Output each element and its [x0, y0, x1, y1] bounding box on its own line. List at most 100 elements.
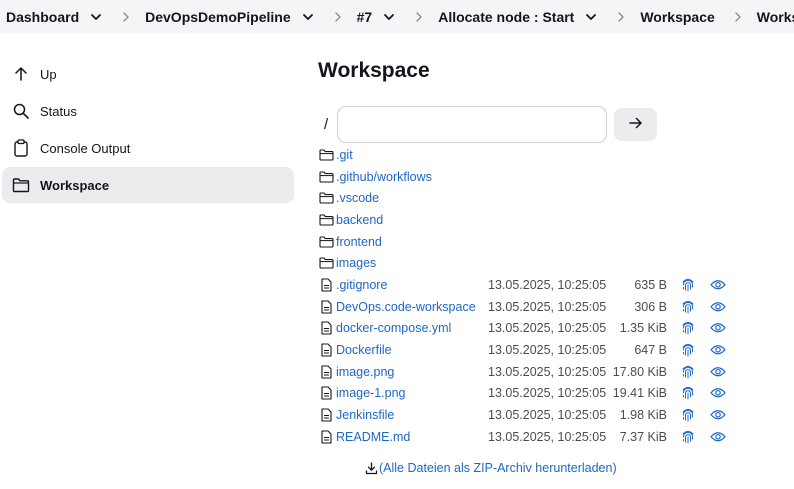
- fingerprint-icon[interactable]: [681, 364, 695, 380]
- file-size: 306 B: [634, 299, 667, 314]
- folder-icon: [318, 213, 334, 227]
- page-title: Workspace: [318, 59, 430, 82]
- sidebar-item-status[interactable]: Status: [2, 93, 294, 129]
- file-date: 13.05.2025, 10:25:05: [488, 299, 607, 314]
- breadcrumb-label[interactable]: Workspace: [640, 9, 714, 25]
- folder-row: frontend: [318, 231, 788, 253]
- sidebar-item-label: Console Output: [40, 140, 131, 156]
- folder-icon: [12, 176, 30, 194]
- folder-link[interactable]: .git: [336, 148, 353, 162]
- file-row: README.md 13.05.2025, 10:25:05 7.37 KiB: [318, 426, 788, 448]
- file-link[interactable]: Dockerfile: [336, 343, 392, 357]
- file-date: 13.05.2025, 10:25:05: [488, 343, 607, 358]
- breadcrumb-item-workspace-current[interactable]: Workspace: [757, 9, 794, 25]
- fingerprint-icon[interactable]: [681, 320, 695, 336]
- file-size: 635 B: [634, 277, 667, 292]
- download-icon: [365, 461, 378, 475]
- breadcrumb-label[interactable]: Allocate node : Start: [438, 9, 574, 25]
- arrow-right-icon: [628, 117, 643, 132]
- breadcrumb: Dashboard DevOpsDemoPipeline #7 Allocate…: [0, 0, 794, 33]
- zip-download-label[interactable]: (Alle Dateien als ZIP-Archiv herunterlad…: [379, 461, 617, 475]
- breadcrumb-label[interactable]: #7: [357, 9, 373, 25]
- sidebar-item-console-output[interactable]: Console Output: [2, 130, 294, 166]
- file-icon: [318, 386, 334, 400]
- go-button[interactable]: [614, 108, 657, 141]
- path-input[interactable]: [337, 106, 607, 143]
- file-row: Jenkinsfile 13.05.2025, 10:25:05 1.98 KiB: [318, 404, 788, 426]
- file-date: 13.05.2025, 10:25:05: [488, 429, 607, 444]
- chevron-right-icon: [413, 11, 425, 23]
- file-row: DevOps.code-workspace 13.05.2025, 10:25:0…: [318, 296, 788, 318]
- fingerprint-icon[interactable]: [681, 385, 695, 401]
- eye-icon[interactable]: [710, 365, 726, 377]
- file-link[interactable]: image.png: [336, 365, 394, 379]
- folder-row: .git: [318, 144, 788, 166]
- eye-icon[interactable]: [710, 322, 726, 334]
- breadcrumb-item-node[interactable]: Allocate node : Start: [438, 9, 598, 25]
- fingerprint-icon[interactable]: [681, 342, 695, 358]
- fingerprint-icon[interactable]: [681, 277, 695, 293]
- zip-download-link[interactable]: (Alle Dateien als ZIP-Archiv herunterlad…: [365, 461, 617, 475]
- eye-icon[interactable]: [710, 387, 726, 399]
- eye-icon[interactable]: [710, 279, 726, 291]
- breadcrumb-item-pipeline[interactable]: DevOpsDemoPipeline: [145, 9, 315, 25]
- path-prefix: /: [324, 116, 329, 133]
- breadcrumb-label[interactable]: Dashboard: [6, 9, 79, 25]
- chevron-down-icon[interactable]: [584, 10, 598, 24]
- fingerprint-icon[interactable]: [681, 299, 695, 315]
- eye-icon[interactable]: [710, 344, 726, 356]
- folder-icon: [318, 191, 334, 205]
- breadcrumb-item-dashboard[interactable]: Dashboard: [6, 9, 103, 25]
- folder-row: .vscode: [318, 187, 788, 209]
- breadcrumb-item-build[interactable]: #7: [357, 9, 397, 25]
- folder-icon: [318, 235, 334, 249]
- file-size: 647 B: [634, 343, 667, 358]
- search-icon: [12, 102, 30, 120]
- file-row: docker-compose.yml 13.05.2025, 10:25:05 1.…: [318, 318, 788, 340]
- main-content: Workspace / .git .github/workflows .vscode…: [318, 56, 788, 475]
- folder-icon: [318, 170, 334, 184]
- file-row: image-1.png 13.05.2025, 10:25:05 19.41 KiB: [318, 383, 788, 405]
- file-size: 19.41 KiB: [612, 386, 667, 401]
- file-link[interactable]: docker-compose.yml: [336, 321, 451, 335]
- file-list: .git .github/workflows .vscode backend front…: [318, 144, 788, 448]
- fingerprint-icon[interactable]: [681, 429, 695, 445]
- breadcrumb-item-workspace[interactable]: Workspace: [640, 9, 714, 25]
- folder-icon: [318, 148, 334, 162]
- fingerprint-icon[interactable]: [681, 407, 695, 423]
- file-link[interactable]: DevOps.code-workspace: [336, 300, 476, 314]
- file-link[interactable]: .gitignore: [336, 278, 387, 292]
- folder-link[interactable]: .vscode: [336, 191, 379, 205]
- folder-link[interactable]: frontend: [336, 235, 382, 249]
- breadcrumb-label[interactable]: DevOpsDemoPipeline: [145, 9, 291, 25]
- folder-link[interactable]: backend: [336, 213, 383, 227]
- eye-icon[interactable]: [710, 431, 726, 443]
- breadcrumb-label[interactable]: Workspace: [757, 9, 794, 25]
- file-icon: [318, 321, 334, 335]
- chevron-down-icon[interactable]: [301, 10, 315, 24]
- file-size: 7.37 KiB: [619, 429, 667, 444]
- sidebar-item-up[interactable]: Up: [2, 56, 294, 92]
- sidebar-item-workspace[interactable]: Workspace: [2, 167, 294, 203]
- file-row: image.png 13.05.2025, 10:25:05 17.80 KiB: [318, 361, 788, 383]
- file-link[interactable]: Jenkinsfile: [336, 408, 394, 422]
- file-size: 1.98 KiB: [619, 408, 667, 423]
- file-icon: [318, 300, 334, 314]
- chevron-down-icon[interactable]: [382, 10, 396, 24]
- eye-icon[interactable]: [710, 300, 726, 312]
- file-row: Dockerfile 13.05.2025, 10:25:05 647 B: [318, 339, 788, 361]
- file-icon: [318, 278, 334, 292]
- folder-row: images: [318, 252, 788, 274]
- chevron-right-icon: [732, 11, 744, 23]
- folder-link[interactable]: images: [336, 256, 376, 270]
- file-date: 13.05.2025, 10:25:05: [488, 321, 607, 336]
- folder-link[interactable]: .github/workflows: [336, 170, 432, 184]
- file-link[interactable]: image-1.png: [336, 386, 406, 400]
- file-size: 17.80 KiB: [612, 364, 667, 379]
- eye-icon[interactable]: [710, 409, 726, 421]
- chevron-down-icon[interactable]: [89, 10, 103, 24]
- file-link[interactable]: README.md: [336, 430, 410, 444]
- sidebar: Up Status Console Output Workspace: [0, 56, 296, 204]
- file-size: 1.35 KiB: [619, 321, 667, 336]
- folder-row: backend: [318, 209, 788, 231]
